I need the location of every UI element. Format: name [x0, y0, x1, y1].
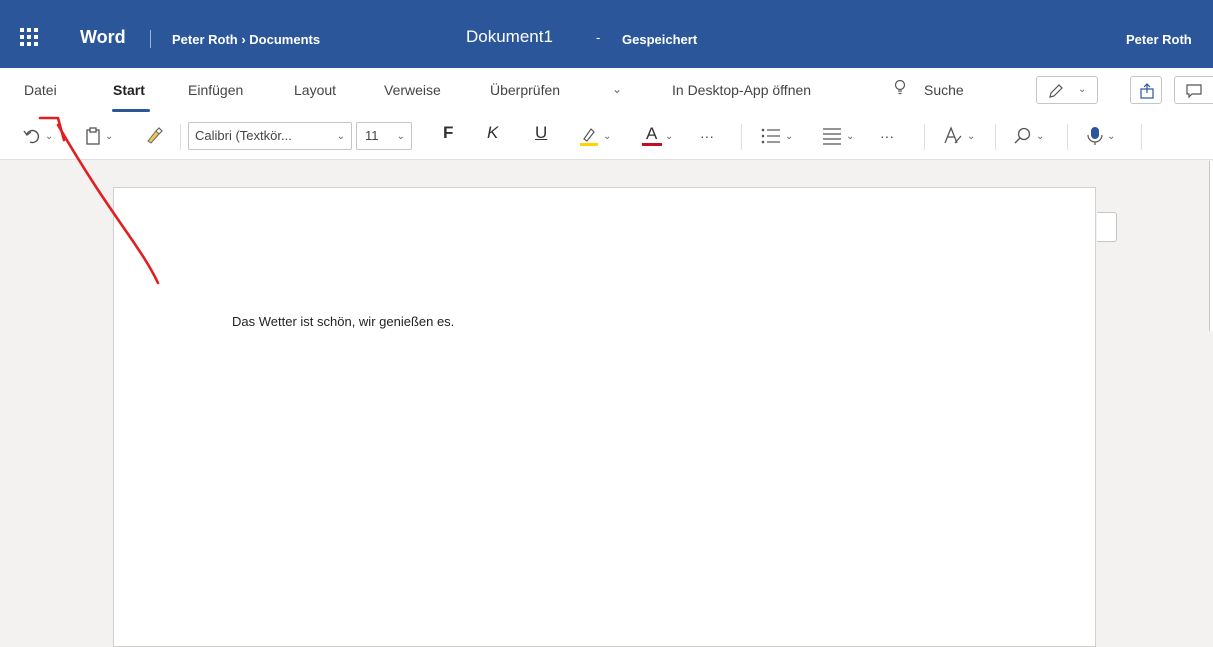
font-size-chevron-icon: ⌄: [396, 131, 405, 142]
clipboard-icon: [86, 127, 100, 145]
align-button[interactable]: ⌄: [821, 124, 854, 148]
pen-icon: [1049, 84, 1063, 98]
font-color-button[interactable]: A ⌄: [642, 124, 673, 148]
tab-layout[interactable]: Layout: [294, 82, 336, 98]
toolbar-divider: [1067, 124, 1068, 150]
breadcrumb[interactable]: Peter Roth › Documents: [172, 32, 320, 47]
styles-chevron-icon: ⌄: [967, 130, 976, 142]
comments-button[interactable]: [1174, 76, 1213, 104]
user-name[interactable]: Peter Roth: [1126, 32, 1192, 47]
align-chevron-icon: ⌄: [846, 130, 855, 142]
toolbar-divider: [180, 124, 181, 150]
font-color-letter: A: [646, 124, 658, 143]
search-label[interactable]: Suche: [924, 82, 964, 98]
document-page[interactable]: Das Wetter ist schön, wir genießen es.: [113, 187, 1096, 647]
format-painter-icon: [147, 127, 163, 144]
more-tabs-chevron-icon[interactable]: ⌄: [612, 82, 622, 96]
styles-button[interactable]: ⌄: [942, 124, 975, 148]
document-body-text[interactable]: Das Wetter ist schön, wir genießen es.: [232, 314, 454, 329]
more-font-options-button[interactable]: ···: [700, 124, 714, 148]
clipboard-chevron-icon: ⌄: [105, 130, 114, 142]
dictate-icon: [1087, 127, 1103, 145]
font-name-chevron-icon: ⌄: [336, 131, 345, 142]
toolbar-divider: [1141, 124, 1142, 150]
ribbon: Datei Start Einfügen Layout Verweise Übe…: [0, 68, 1213, 160]
dictate-chevron-icon: ⌄: [1107, 130, 1116, 142]
active-tab-indicator: [112, 109, 150, 112]
highlighter-icon: [580, 128, 598, 146]
tab-datei[interactable]: Datei: [24, 82, 57, 98]
undo-chevron-icon: ⌄: [45, 130, 54, 142]
font-color-swatch: [642, 143, 662, 146]
bold-button[interactable]: F: [443, 123, 453, 143]
tab-verweise[interactable]: Verweise: [384, 82, 441, 98]
tab-einfuegen[interactable]: Einfügen: [188, 82, 243, 98]
app-name[interactable]: Word: [80, 27, 126, 48]
open-desktop-app-button[interactable]: In Desktop-App öffnen: [672, 82, 811, 98]
tab-start[interactable]: Start: [113, 82, 145, 98]
font-color-chevron-icon: ⌄: [665, 130, 674, 142]
find-button[interactable]: ⌄: [1013, 124, 1044, 148]
tab-ueberpruefen[interactable]: Überprüfen: [490, 82, 560, 98]
toolbar-divider: [924, 124, 925, 150]
clipboard-button[interactable]: ⌄: [84, 124, 113, 148]
comment-icon: [1186, 84, 1202, 99]
bullets-button[interactable]: ⌄: [760, 124, 793, 148]
format-painter-button[interactable]: [144, 124, 164, 148]
document-title[interactable]: Dokument1: [466, 27, 553, 47]
editing-mode-button[interactable]: ⌄: [1036, 76, 1098, 104]
comment-margin-marker[interactable]: [1097, 212, 1117, 242]
bullets-chevron-icon: ⌄: [785, 130, 794, 142]
undo-button[interactable]: ⌄: [22, 124, 53, 148]
share-icon: [1140, 83, 1154, 99]
save-status: Gespeichert: [622, 32, 698, 47]
highlight-button[interactable]: ⌄: [578, 124, 611, 148]
undo-icon: [23, 129, 40, 144]
share-button[interactable]: [1130, 76, 1162, 104]
highlight-chevron-icon: ⌄: [603, 130, 612, 142]
title-separator: [150, 30, 151, 48]
font-size-dropdown[interactable]: 11 ⌄: [356, 122, 412, 150]
find-chevron-icon: ⌄: [1036, 130, 1045, 142]
bullets-icon: [761, 128, 780, 144]
lightbulb-icon[interactable]: [894, 79, 906, 97]
align-icon: [823, 128, 841, 145]
font-name-dropdown[interactable]: Calibri (Textkör... ⌄: [188, 122, 352, 150]
toolbar-divider: [741, 124, 742, 150]
more-paragraph-options-button[interactable]: ···: [880, 124, 894, 148]
find-icon: [1014, 127, 1031, 144]
styles-icon: [944, 126, 962, 144]
font-size-value: 11: [365, 128, 379, 143]
pen-chevron-icon: ⌄: [1078, 84, 1087, 95]
toolbar-divider: [995, 124, 996, 150]
font-name-value: Calibri (Textkör...: [195, 128, 292, 143]
app-launcher-icon[interactable]: [20, 28, 38, 46]
right-pane-edge: [1209, 161, 1213, 331]
underline-button[interactable]: U: [535, 123, 547, 143]
dictate-button[interactable]: ⌄: [1086, 124, 1115, 148]
title-dash: -: [596, 30, 601, 45]
italic-button[interactable]: K: [487, 123, 498, 143]
title-bar: Word Peter Roth › Documents Dokument1 - …: [0, 0, 1213, 68]
